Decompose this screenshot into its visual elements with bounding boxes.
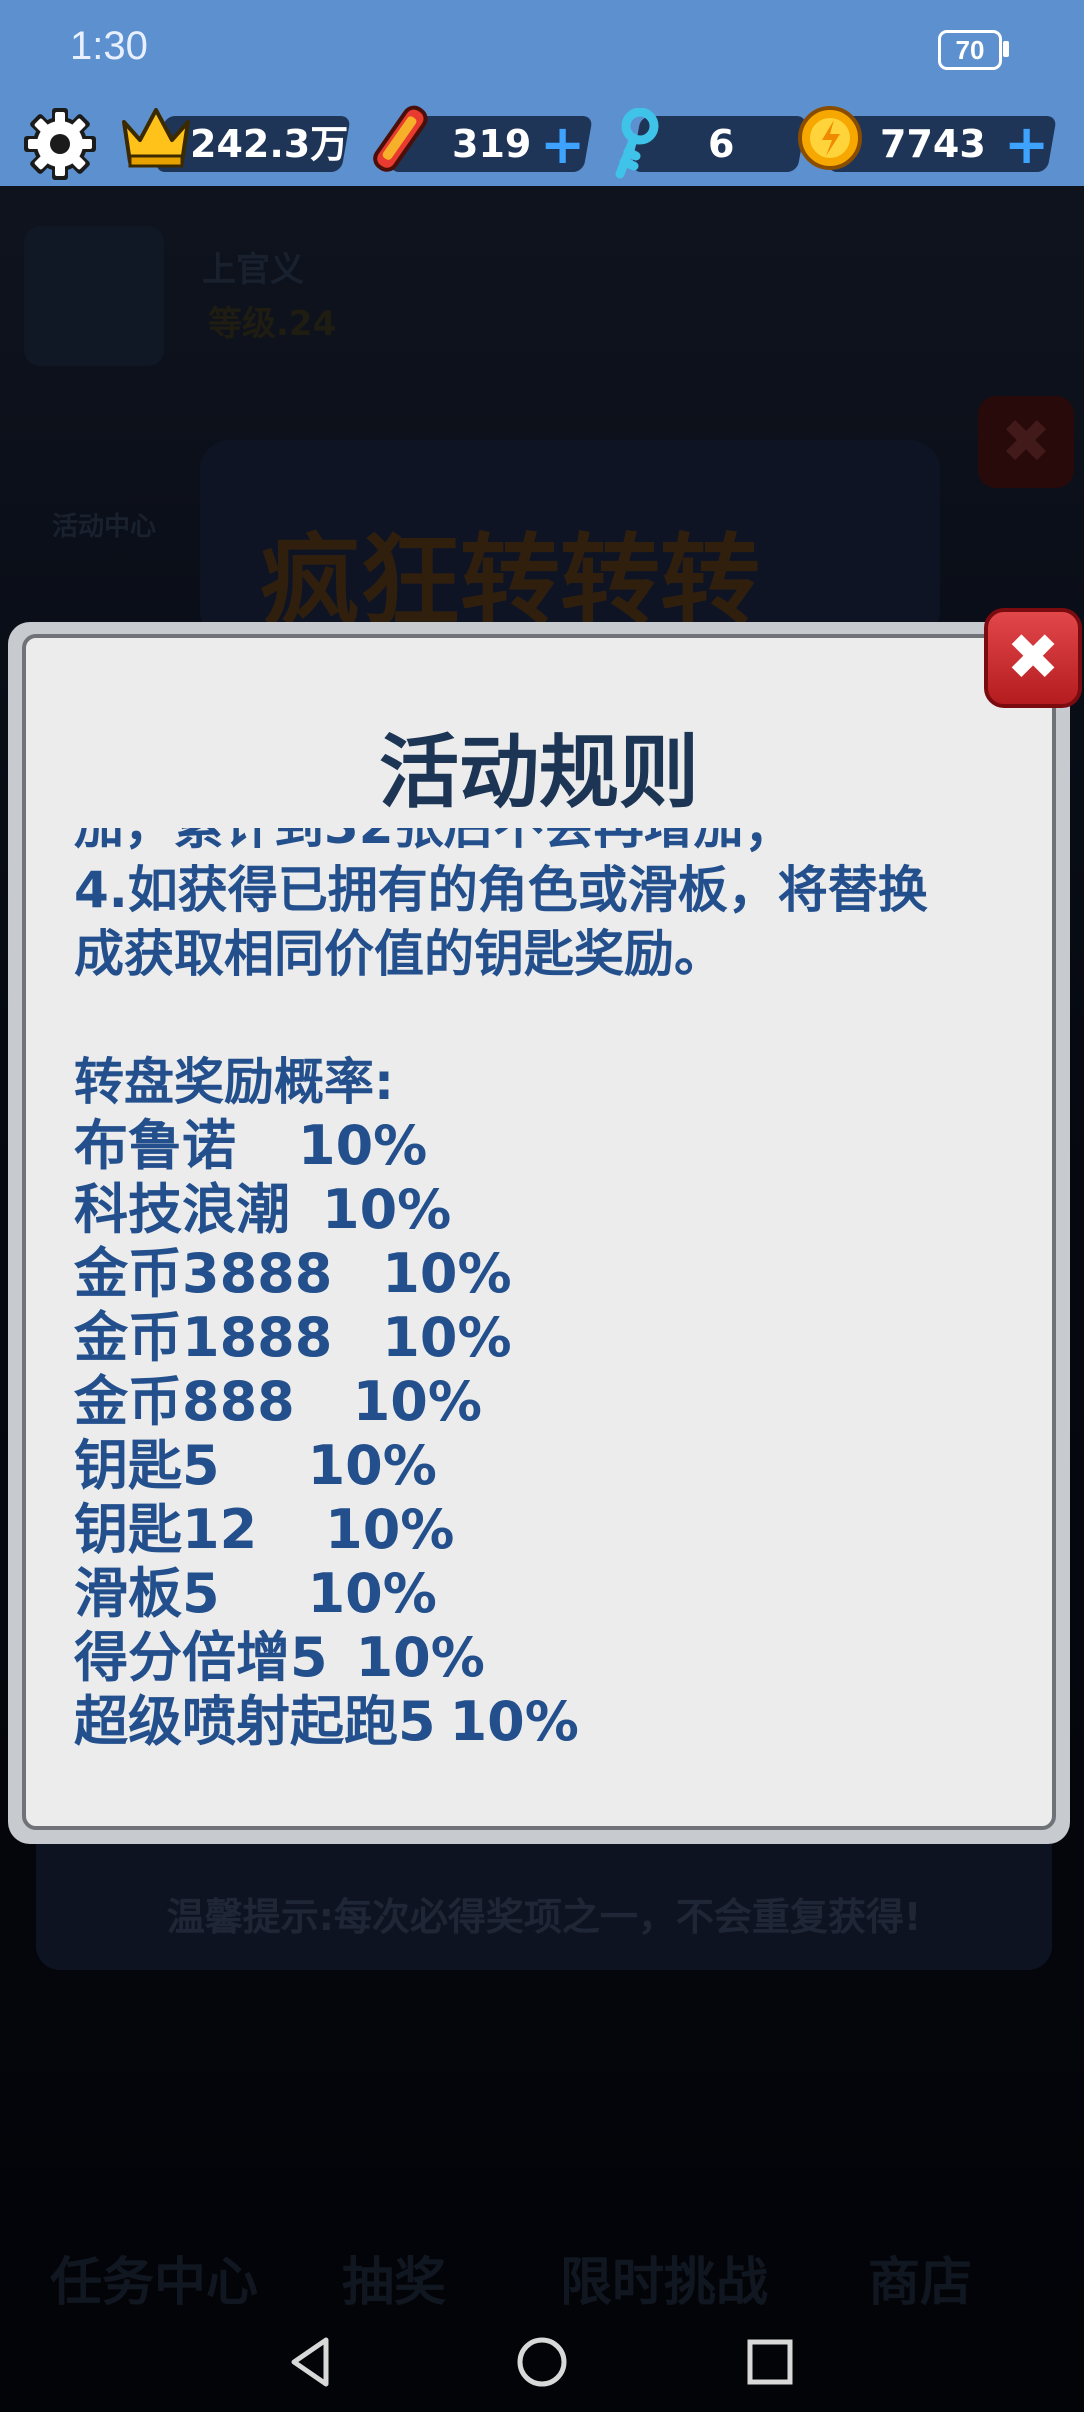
prob-row: 金币888 10% xyxy=(74,1370,1024,1434)
coin-value: 7743 xyxy=(880,122,986,166)
prob-pct: 10% xyxy=(352,1370,482,1433)
prob-pct: 10% xyxy=(355,1626,485,1689)
rule-4-line2: 成获取相同价值的钥匙奖励。 xyxy=(74,925,724,983)
system-nav-bar xyxy=(0,2310,1084,2412)
prob-header: 转盘奖励概率: xyxy=(74,1053,394,1111)
rules-panel: 活动规则 加，累计到32张后不会再增加； 4.如获得已拥有的角色或滑板，将替换 … xyxy=(22,634,1056,1830)
prob-pct: 10% xyxy=(382,1242,512,1305)
hoverboard-icon xyxy=(373,105,428,172)
dialog-title: 活动规则 xyxy=(379,726,699,819)
crown-icon xyxy=(122,108,190,168)
prob-name: 钥匙12 xyxy=(74,1498,258,1561)
key-icon xyxy=(615,108,659,179)
prob-name: 布鲁诺 xyxy=(74,1114,236,1177)
prob-pct: 10% xyxy=(449,1690,579,1753)
add-boards-plus-icon[interactable]: + xyxy=(540,118,585,172)
crown-value: 242.3万 xyxy=(190,122,349,166)
add-coins-plus-icon[interactable]: + xyxy=(1004,118,1049,172)
prob-name: 钥匙5 xyxy=(74,1434,220,1497)
prob-name: 金币888 xyxy=(74,1370,295,1433)
prob-row: 得分倍增5 10% xyxy=(74,1626,1024,1690)
prob-name: 得分倍增5 xyxy=(74,1626,328,1689)
coin-icon xyxy=(798,106,862,170)
prob-row: 钥匙12 10% xyxy=(74,1498,1024,1562)
status-time: 1:30 xyxy=(70,24,148,68)
prob-row: 布鲁诺 10% xyxy=(74,1114,1024,1178)
prob-pct: 10% xyxy=(325,1498,455,1561)
prob-name: 金币1888 xyxy=(74,1306,333,1369)
rule-partial-line: 加，累计到32张后不会再增加； xyxy=(74,828,1024,858)
prob-row: 金币3888 10% xyxy=(74,1242,1024,1306)
prob-pct: 10% xyxy=(307,1434,437,1497)
prob-name: 超级喷射起跑5 xyxy=(74,1690,436,1753)
gear-icon[interactable] xyxy=(22,106,98,182)
battery-tip xyxy=(1003,41,1009,57)
prob-row: 科技浪潮 10% xyxy=(74,1178,1024,1242)
key-value: 6 xyxy=(708,122,735,166)
prob-pct: 10% xyxy=(307,1562,437,1625)
close-dialog-button[interactable]: ✖ xyxy=(984,608,1082,708)
rule-4-line1: 4.如获得已拥有的角色或滑板，将替换 xyxy=(74,861,928,919)
home-icon[interactable] xyxy=(516,2336,568,2388)
top-bar: 1:30 70 242.3万 319 + 6 7743 + xyxy=(0,0,1084,186)
prob-pct: 10% xyxy=(322,1178,452,1241)
prob-row: 钥匙5 10% xyxy=(74,1434,1024,1498)
prob-row: 金币1888 10% xyxy=(74,1306,1024,1370)
prob-name: 滑板5 xyxy=(74,1562,220,1625)
back-icon[interactable] xyxy=(286,2336,336,2388)
battery-indicator: 70 xyxy=(938,30,1002,70)
prob-row: 滑板5 10% xyxy=(74,1562,1024,1626)
prob-row: 超级喷射起跑5 10% xyxy=(74,1690,1024,1754)
prob-name: 科技浪潮 xyxy=(74,1178,290,1241)
rules-scroll-area[interactable]: 加，累计到32张后不会再增加； 4.如获得已拥有的角色或滑板，将替换 成获取相同… xyxy=(74,828,1024,1788)
prob-name: 金币3888 xyxy=(74,1242,333,1305)
close-icon: ✖ xyxy=(1006,621,1060,695)
prob-pct: 10% xyxy=(298,1114,428,1177)
rules-dialog: 活动规则 加，累计到32张后不会再增加； 4.如获得已拥有的角色或滑板，将替换 … xyxy=(8,622,1070,1844)
recents-icon[interactable] xyxy=(746,2338,794,2386)
prob-pct: 10% xyxy=(382,1306,512,1369)
board-value: 319 xyxy=(452,122,532,166)
